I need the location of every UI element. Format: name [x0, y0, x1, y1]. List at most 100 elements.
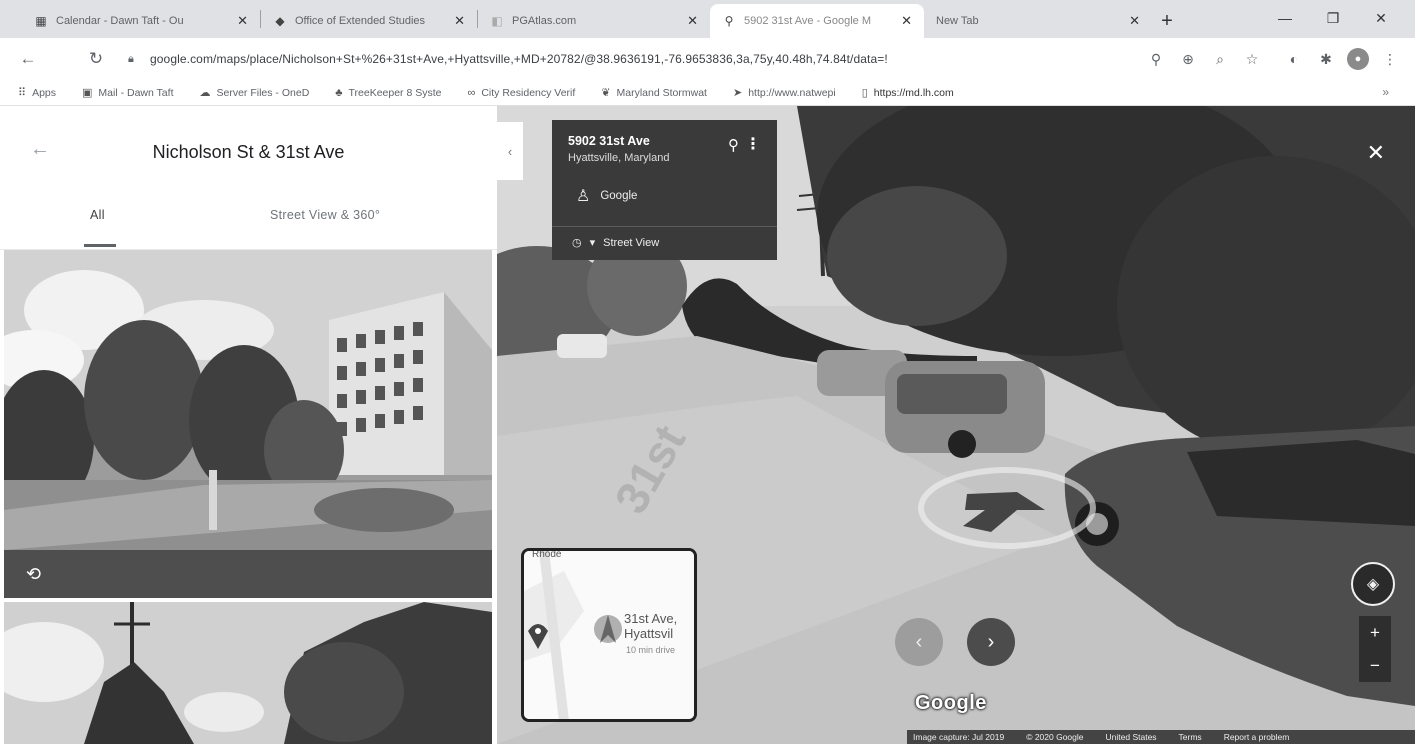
cursor-icon: ➤ [732, 87, 743, 99]
close-tab-icon[interactable]: ✕ [229, 13, 248, 29]
tab-title: New Tab [936, 15, 979, 27]
reload-icon[interactable]: ↻ [80, 43, 112, 75]
street-view-footer: Image capture: Jul 2019 © 2020 Google Un… [907, 730, 1415, 744]
storm-icon: ❦ [601, 87, 611, 99]
mode-label: Street View [603, 236, 660, 249]
close-window-button[interactable]: ✕ [1358, 4, 1404, 32]
bookmark-md-lh[interactable]: ▯ https://md.lh.com [861, 86, 954, 100]
mini-map-street-label: 31st Ave, [624, 611, 678, 626]
mail-icon: ▣ [82, 87, 93, 99]
bookmark-star-icon[interactable]: ☆ [1241, 48, 1263, 70]
street-view-pane[interactable]: 31st ‹ 5902 31st Ave Hyattsville, Maryla… [497, 106, 1415, 744]
bookmark-label: TreeKeeper 8 Syste [348, 86, 442, 99]
compass-icon[interactable]: ◈ [1351, 562, 1395, 606]
tree-icon: ♣ [335, 86, 343, 99]
zoom-icon[interactable]: ⌕ [1209, 48, 1231, 70]
card-divider [552, 226, 777, 227]
cloud-icon: ☁ [199, 87, 211, 99]
time-travel-button[interactable]: ◷ ▾ Street View [572, 236, 660, 250]
bookmark-natwepi[interactable]: ➤ http://www.natwepi [732, 86, 836, 100]
mini-map-street: 31st Ave, Hyattsvil [624, 611, 677, 641]
address-bar[interactable]: 🔒︎ google.com/maps/place/Nicholson+St+%2… [128, 44, 1098, 74]
report-problem-link[interactable]: Report a problem [1224, 732, 1290, 742]
bookmark-maryland-stormwater[interactable]: ❦ Maryland Stormwat [601, 86, 707, 100]
provider-name: Google [600, 190, 638, 202]
more-options-icon[interactable]: ⋮ [745, 134, 761, 154]
bookmark-label: City Residency Verif [481, 86, 576, 99]
copyright-text: © 2020 Google [1026, 732, 1084, 742]
calendar-icon: ▦ [35, 14, 47, 28]
apps-grid-icon: ⠿ [18, 87, 27, 99]
tab-google-maps[interactable]: ⚲ 5902 31st Ave - Google M ✕ [710, 4, 924, 38]
tab-title: 5902 31st Ave - Google M [744, 15, 871, 27]
toolbar-icons: ⚲ ⊕ ⌕ ☆ ◐ ✱ ● ⋮ [1145, 44, 1401, 74]
restore-button[interactable]: ❐ [1310, 4, 1356, 32]
add-circle-icon[interactable]: ⊕ [1177, 48, 1199, 70]
bookmarks-bar: ⠿ Apps ▣ Mail - Dawn Taft ☁ Server Files - … [0, 80, 1415, 106]
zoom-out-button[interactable]: − [1370, 656, 1380, 676]
close-icon[interactable]: ✕ [1367, 140, 1385, 166]
image-capture-date: Image capture: Jul 2019 [913, 732, 1005, 742]
terms-link[interactable]: Terms [1179, 732, 1202, 742]
tab-street-view-360[interactable]: Street View & 360° [270, 208, 380, 222]
zoom-in-button[interactable]: + [1370, 623, 1380, 643]
bookmark-apps[interactable]: ⠿ Apps [18, 86, 56, 100]
building-photo [4, 250, 492, 598]
google-watermark: Google [915, 692, 987, 714]
close-tab-icon[interactable]: ✕ [893, 13, 912, 29]
bookmark-label: Apps [32, 86, 56, 99]
rotate-360-icon: ⟲ [26, 564, 42, 584]
collapse-panel-button[interactable]: ‹ [497, 122, 523, 180]
url-text: google.com/maps/place/Nicholson+St+%26+3… [150, 52, 888, 66]
close-tab-icon[interactable]: ✕ [1121, 13, 1140, 29]
tab-calendar[interactable]: ▦ Calendar - Dawn Taft - Ou ✕ [22, 4, 260, 38]
office-icon: ◆ [275, 14, 285, 28]
mini-map-subtext: 10 min drive [626, 645, 676, 655]
tab-all[interactable]: All [90, 208, 105, 222]
bookmark-server-files[interactable]: ☁ Server Files - OneD [199, 86, 310, 100]
page-icon: ▯ [861, 87, 868, 99]
region-link[interactable]: United States [1106, 732, 1157, 742]
active-tab-indicator [84, 244, 116, 247]
tab-extended-studies[interactable]: ◆ Office of Extended Studies ✕ [261, 4, 477, 38]
back-arrow-icon[interactable]: ← [12, 43, 44, 75]
next-photo-button[interactable]: › [967, 618, 1015, 666]
tab-pgatlas[interactable]: ◧ PGAtlas.com ✕ [478, 4, 710, 38]
bookmark-label: https://md.lh.com [873, 86, 954, 99]
bookmark-label: Server Files - OneD [216, 86, 310, 99]
previous-photo-button[interactable]: ‹ [895, 618, 943, 666]
puzzle-icon[interactable]: ✱ [1315, 48, 1337, 70]
close-tab-icon[interactable]: ✕ [679, 13, 698, 29]
tab-new-tab[interactable]: New Tab ✕ [924, 4, 1152, 38]
place-title: Nicholson St & 31st Ave [152, 142, 345, 162]
browser-toolbar: ← ↻ 🔒︎ google.com/maps/place/Nicholson+S… [0, 38, 1415, 80]
clock-icon: ◷ [572, 237, 582, 249]
maps-pin-icon: ⚲ [724, 14, 734, 28]
place-photos-panel: ← Nicholson St & 31st Ave All Street Vie… [0, 106, 497, 744]
dropdown-arrow-icon: ▾ [589, 237, 596, 249]
bookmark-treekeeper[interactable]: ♣ TreeKeeper 8 Syste [335, 87, 441, 99]
extension-icon[interactable]: ◐ [1283, 48, 1305, 70]
bookmark-city-residency[interactable]: ∞ City Residency Verif [468, 87, 576, 99]
sv-provider: ♙ Google [576, 186, 637, 206]
photo-thumbnail-trees[interactable] [4, 602, 492, 744]
tab-title: PGAtlas.com [512, 15, 577, 27]
menu-kebab-icon[interactable]: ⋮ [1379, 48, 1401, 70]
location-pin-icon[interactable]: ⚲ [728, 136, 739, 154]
tab-strip: ▦ Calendar - Dawn Taft - Ou ✕ ◆ Office o… [0, 0, 1415, 38]
location-icon[interactable]: ⚲ [1145, 48, 1167, 70]
bookmark-mail[interactable]: ▣ Mail - Dawn Taft [82, 86, 174, 100]
mini-map-city-label: Hyattsvil [624, 626, 674, 641]
minimize-button[interactable]: — [1262, 4, 1308, 32]
link-icon: ∞ [467, 86, 476, 99]
photo-thumbnail-building[interactable] [4, 250, 492, 598]
bookmarks-overflow-icon[interactable]: » [1382, 85, 1389, 99]
new-tab-button[interactable]: + [1152, 4, 1182, 38]
photo-tabs: All Street View & 360° [0, 196, 497, 250]
mini-map[interactable]: Rhode 31st Ave, Hyattsvil 10 min drive [521, 548, 697, 722]
profile-avatar[interactable]: ● [1347, 48, 1369, 70]
close-tab-icon[interactable]: ✕ [446, 13, 465, 29]
bookmark-label: Maryland Stormwat [616, 86, 707, 99]
pgatlas-icon: ◧ [491, 14, 503, 28]
tab-title: Calendar - Dawn Taft - Ou [56, 15, 184, 27]
